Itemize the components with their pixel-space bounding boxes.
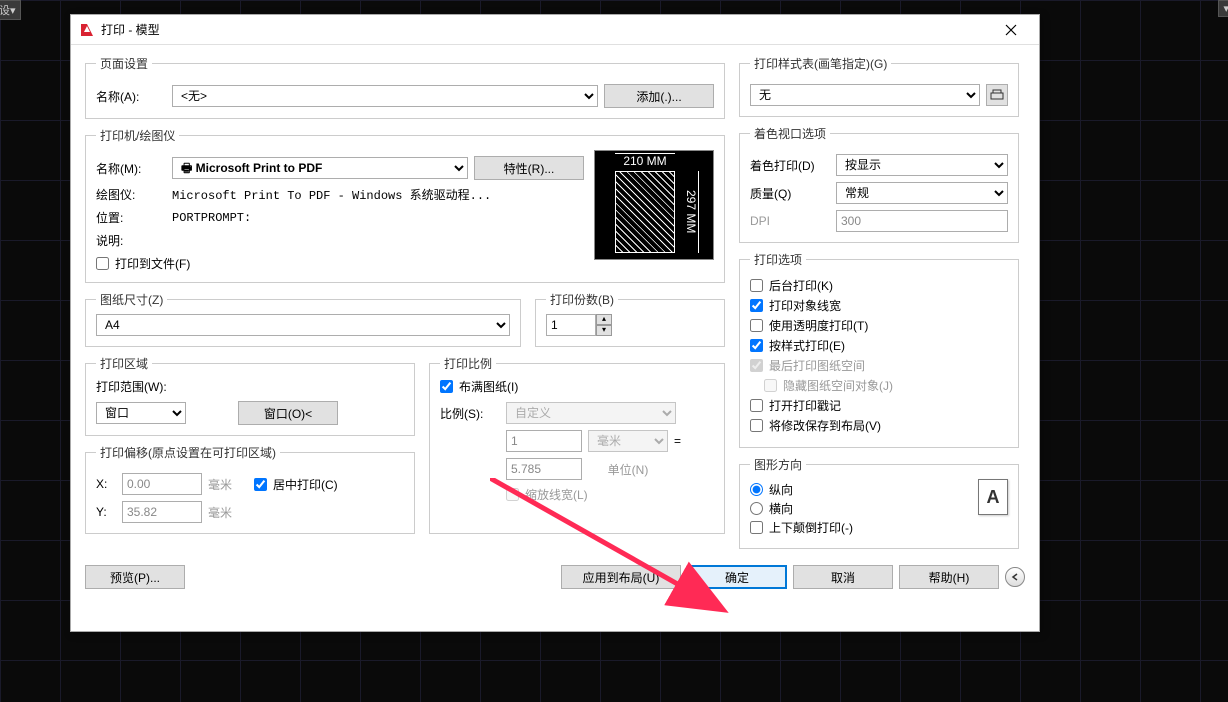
orientation-group: 图形方向 纵向 横向 上下颠倒打印(-) A xyxy=(739,456,1019,549)
expand-button[interactable] xyxy=(1005,567,1025,587)
scale-label: 比例(S): xyxy=(440,405,500,422)
plotter-value: Microsoft Print To PDF - Windows 系统驱动程..… xyxy=(172,186,491,203)
background-plot-checkbox[interactable]: 后台打印(K) xyxy=(750,277,1008,294)
drawing-unit-input xyxy=(506,458,582,480)
orientation-icon: A xyxy=(978,479,1008,515)
printer-name-select[interactable]: 🖶 Microsoft Print to PDF xyxy=(172,157,468,179)
dpi-label: DPI xyxy=(750,214,830,228)
plot-stamp-checkbox[interactable]: 打开打印戳记 xyxy=(750,397,1008,414)
copies-group: 打印份数(B) ▴▾ xyxy=(535,291,725,347)
plot-scale-legend: 打印比例 xyxy=(440,355,496,372)
cancel-button[interactable]: 取消 xyxy=(793,565,893,589)
help-button[interactable]: 帮助(H) xyxy=(899,565,999,589)
plot-options-legend: 打印选项 xyxy=(750,251,806,268)
page-setup-name-select[interactable]: <无> xyxy=(172,85,598,107)
landscape-radio[interactable]: 横向 xyxy=(750,500,968,517)
plot-style-group: 打印样式表(画笔指定)(G) 无 xyxy=(739,55,1019,117)
shade-plot-select[interactable]: 按显示 xyxy=(836,154,1008,176)
copies-spinner[interactable]: ▴▾ xyxy=(546,314,612,336)
printer-properties-button[interactable]: 特性(R)... xyxy=(474,156,584,180)
plot-lineweights-checkbox[interactable]: 打印对象线宽 xyxy=(750,297,1008,314)
app-icon xyxy=(79,22,95,38)
scale-select: 自定义 xyxy=(506,402,676,424)
dialog-title: 打印 - 模型 xyxy=(101,21,991,38)
print-dialog: 打印 - 模型 页面设置 名称(A): <无> 添加(.)... 打印机/绘图仪 xyxy=(70,14,1040,632)
plot-transparency-checkbox[interactable]: 使用透明度打印(T) xyxy=(750,317,1008,334)
plot-range-label: 打印范围(W): xyxy=(96,378,404,395)
plot-style-legend: 打印样式表(画笔指定)(G) xyxy=(750,55,891,72)
paper-size-legend: 图纸尺寸(Z) xyxy=(96,291,167,308)
ok-button[interactable]: 确定 xyxy=(687,565,787,589)
x-offset-input xyxy=(122,473,202,495)
plot-area-group: 打印区域 打印范围(W): 窗口 窗口(O)< xyxy=(85,355,415,436)
location-label: 位置: xyxy=(96,209,166,226)
copies-input[interactable] xyxy=(546,314,596,336)
center-plot-checkbox[interactable]: 居中打印(C) xyxy=(254,476,338,493)
dialog-footer: 预览(P)... 应用到布局(U) 确定 取消 帮助(H) xyxy=(71,557,1039,597)
paper-width-dim: 210 MM xyxy=(615,153,675,168)
copies-down[interactable]: ▾ xyxy=(596,325,612,336)
plot-style-edit-button[interactable] xyxy=(986,84,1008,106)
shaded-viewport-legend: 着色视口选项 xyxy=(750,125,830,142)
shade-plot-label: 着色打印(D) xyxy=(750,157,830,174)
upside-down-checkbox[interactable]: 上下颠倒打印(-) xyxy=(750,519,968,536)
window-button[interactable]: 窗口(O)< xyxy=(238,401,338,425)
paper-size-group: 图纸尺寸(Z) A4 xyxy=(85,291,521,347)
quality-label: 质量(Q) xyxy=(750,185,830,202)
add-page-setup-button[interactable]: 添加(.)... xyxy=(604,84,714,108)
paper-height-dim: 297 MM xyxy=(684,171,699,253)
printer-name-label: 名称(M): xyxy=(96,160,166,177)
page-setup-group: 页面设置 名称(A): <无> 添加(.)... xyxy=(85,55,725,119)
equals-label: = xyxy=(674,434,681,448)
y-label: Y: xyxy=(96,505,116,519)
plot-range-select[interactable]: 窗口 xyxy=(96,402,186,424)
scale-unit-select: 毫米 xyxy=(588,430,668,452)
apply-to-layout-button[interactable]: 应用到布局(U) xyxy=(561,565,681,589)
plot-area-legend: 打印区域 xyxy=(96,355,152,372)
close-button[interactable] xyxy=(991,16,1031,44)
y-offset-input xyxy=(122,501,202,523)
titlebar: 打印 - 模型 xyxy=(71,15,1039,45)
preview-button[interactable]: 预览(P)... xyxy=(85,565,185,589)
y-unit: 毫米 xyxy=(208,504,232,521)
plot-offset-group: 打印偏移(原点设置在可打印区域) X: 毫米 居中打印(C) Y: xyxy=(85,444,415,534)
quality-select[interactable]: 常规 xyxy=(836,182,1008,204)
plotter-label: 绘图仪: xyxy=(96,186,166,203)
orientation-legend: 图形方向 xyxy=(750,456,806,473)
paper-preview: 210 MM 297 MM xyxy=(594,150,714,260)
scale-lineweights-checkbox: 缩放线宽(L) xyxy=(506,486,588,503)
copies-legend: 打印份数(B) xyxy=(546,291,618,308)
portrait-radio[interactable]: 纵向 xyxy=(750,481,968,498)
fit-to-paper-checkbox[interactable]: 布满图纸(I) xyxy=(440,378,518,395)
printer-legend: 打印机/绘图仪 xyxy=(96,127,179,144)
copies-up[interactable]: ▴ xyxy=(596,314,612,325)
page-setup-name-label: 名称(A): xyxy=(96,88,166,105)
x-unit: 毫米 xyxy=(208,476,232,493)
location-value: PORTPROMPT: xyxy=(172,211,251,225)
page-setup-legend: 页面设置 xyxy=(96,55,152,72)
dpi-input xyxy=(836,210,1008,232)
drawing-unit-label: 单位(N) xyxy=(588,461,668,478)
printer-group: 打印机/绘图仪 名称(M): 🖶 Microsoft Print to PDF … xyxy=(85,127,725,283)
plot-scale-group: 打印比例 布满图纸(I) 比例(S): 自定义 毫米 = xyxy=(429,355,725,534)
plot-with-styles-checkbox[interactable]: 按样式打印(E) xyxy=(750,337,1008,354)
plot-to-file-checkbox[interactable]: 打印到文件(F) xyxy=(96,255,190,272)
scale-unit-input xyxy=(506,430,582,452)
x-label: X: xyxy=(96,477,116,491)
save-changes-checkbox[interactable]: 将修改保存到布局(V) xyxy=(750,417,1008,434)
plot-style-select[interactable]: 无 xyxy=(750,84,980,106)
hide-paperspace-checkbox: 隐藏图纸空间对象(J) xyxy=(750,377,1008,394)
plot-offset-legend: 打印偏移(原点设置在可打印区域) xyxy=(96,444,280,461)
description-label: 说明: xyxy=(96,232,166,249)
paperspace-last-checkbox: 最后打印图纸空间 xyxy=(750,357,1008,374)
shaded-viewport-group: 着色视口选项 着色打印(D) 按显示 质量(Q) 常规 DPI xyxy=(739,125,1019,243)
plot-options-group: 打印选项 后台打印(K) 打印对象线宽 使用透明度打印(T) 按样式打印(E) … xyxy=(739,251,1019,448)
paper-size-select[interactable]: A4 xyxy=(96,314,510,336)
